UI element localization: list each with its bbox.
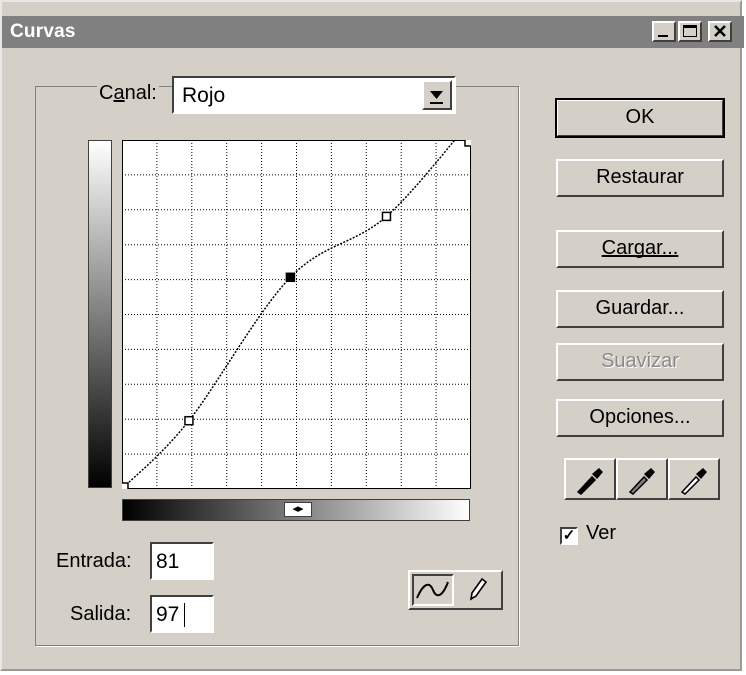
black-eyedropper-button[interactable] bbox=[564, 458, 616, 500]
pencil-tool-button[interactable] bbox=[458, 574, 500, 606]
ok-button[interactable]: OK bbox=[555, 98, 725, 138]
suavizar-button[interactable]: Suavizar bbox=[556, 343, 724, 381]
cargar-label: Cargar... bbox=[601, 237, 679, 259]
output-gradient-bar bbox=[88, 140, 112, 488]
preview-label: Ver bbox=[586, 522, 617, 544]
curve-point-tool-button[interactable] bbox=[412, 574, 454, 606]
curve-graph[interactable] bbox=[122, 140, 471, 489]
curve-mode-toggle bbox=[408, 570, 503, 610]
gray-eyedropper-icon bbox=[628, 468, 655, 495]
white-eyedropper-button[interactable] bbox=[668, 458, 720, 500]
guardar-label: Guardar... bbox=[595, 297, 685, 319]
curve-point[interactable] bbox=[464, 140, 471, 147]
restaurar-button[interactable]: Restaurar bbox=[556, 159, 724, 197]
guardar-button[interactable]: Guardar... bbox=[556, 290, 724, 328]
salida-value: 97 bbox=[156, 603, 180, 626]
preview-checkbox[interactable]: ✓ bbox=[560, 527, 578, 545]
channel-dropdown-button[interactable] bbox=[422, 80, 452, 110]
entrada-field[interactable]: 81 bbox=[150, 542, 214, 580]
curve-point-selected[interactable] bbox=[285, 272, 296, 283]
entrada-value: 81 bbox=[156, 550, 180, 573]
minimize-icon bbox=[658, 35, 668, 37]
text-cursor bbox=[184, 603, 185, 627]
chevron-down-icon bbox=[430, 91, 443, 104]
curve-point[interactable] bbox=[184, 415, 194, 426]
close-button[interactable] bbox=[708, 21, 732, 42]
curves-dialog: Curvas Canal: Rojo ◂▸ Entrada: 81 Salida… bbox=[0, 0, 744, 671]
channel-label: Canal: bbox=[97, 82, 159, 105]
suavizar-label: Suavizar bbox=[601, 350, 679, 372]
maximize-icon bbox=[683, 25, 697, 37]
cargar-button[interactable]: Cargar... bbox=[556, 230, 724, 268]
salida-label: Salida: bbox=[70, 603, 132, 625]
minimize-button[interactable] bbox=[652, 21, 676, 42]
channel-select[interactable]: Rojo bbox=[172, 76, 456, 114]
black-eyedropper-icon bbox=[576, 468, 603, 495]
opciones-button[interactable]: Opciones... bbox=[556, 399, 724, 437]
channel-value: Rojo bbox=[182, 84, 226, 107]
curve-point[interactable] bbox=[122, 482, 129, 489]
entrada-label: Entrada: bbox=[56, 550, 132, 572]
curve-point[interactable] bbox=[381, 211, 392, 222]
maximize-button[interactable] bbox=[678, 21, 702, 42]
white-eyedropper-icon bbox=[680, 468, 707, 495]
window-title: Curvas bbox=[10, 21, 76, 42]
title-bar: Curvas bbox=[2, 16, 744, 48]
salida-field[interactable]: 97 bbox=[150, 595, 214, 633]
curve-point-tool-icon bbox=[416, 581, 449, 599]
gradient-direction-toggle-icon[interactable]: ◂▸ bbox=[284, 502, 312, 517]
pencil-tool-icon bbox=[469, 577, 488, 601]
gray-eyedropper-button[interactable] bbox=[616, 458, 668, 500]
close-icon bbox=[714, 25, 726, 37]
